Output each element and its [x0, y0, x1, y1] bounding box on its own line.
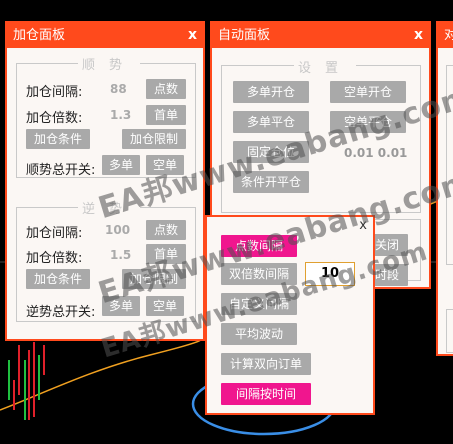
trend-points-button[interactable]: 点数	[146, 79, 186, 99]
add-panel-close-icon[interactable]: x	[188, 23, 197, 48]
trend-interval-value: 88	[110, 82, 127, 96]
time-interval-button[interactable]: 间隔按时间	[221, 383, 311, 405]
trend-master-label: 顺势总开关:	[26, 163, 96, 178]
trend-interval-label: 加仓间隔:	[26, 85, 83, 100]
counter-condition-button[interactable]: 加仓条件	[26, 269, 90, 289]
counter-master-label: 逆势总开关:	[26, 305, 96, 320]
auto-settings-title: 设置	[294, 57, 356, 76]
third-panel-group-bottom	[446, 309, 453, 353]
counter-interval-label: 加仓间隔:	[26, 226, 83, 241]
auto-panel-title: 自动面板	[212, 23, 429, 48]
third-panel-title: 对	[438, 23, 453, 48]
calc-orders-button[interactable]: 计算双向订单	[221, 353, 311, 375]
counter-points-button[interactable]: 点数	[146, 220, 186, 240]
auto-panel-close-icon[interactable]: x	[414, 23, 423, 48]
trend-multiplier-label: 加仓倍数:	[26, 111, 83, 126]
counter-multiplier-label: 加仓倍数:	[26, 251, 83, 266]
add-panel-title: 加仓面板	[7, 23, 203, 48]
buy-open-button[interactable]: 多单开仓	[233, 81, 309, 103]
trend-limit-button[interactable]: 加仓限制	[122, 129, 186, 149]
trend-condition-button[interactable]: 加仓条件	[26, 129, 90, 149]
trend-section-title: 顺势	[78, 54, 140, 73]
trend-first-order-button[interactable]: 首单	[146, 105, 186, 125]
trend-multiplier-value: 1.3	[110, 108, 132, 122]
